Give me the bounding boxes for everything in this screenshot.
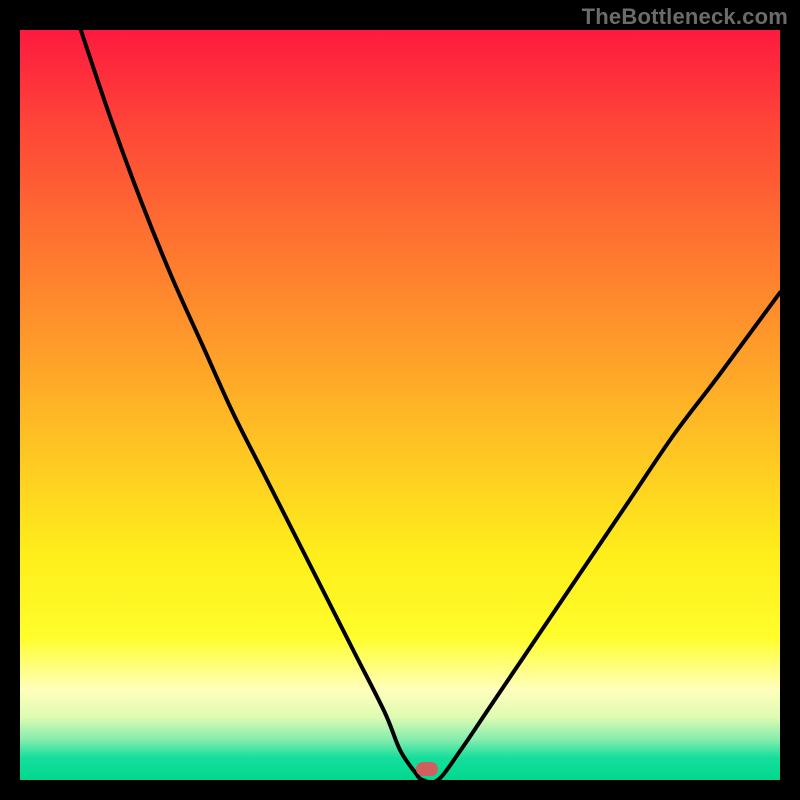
bottleneck-curve <box>20 30 780 780</box>
plot-area <box>20 30 780 780</box>
minimum-marker-icon <box>416 762 438 776</box>
chart-frame: TheBottleneck.com <box>0 0 800 800</box>
watermark-text: TheBottleneck.com <box>582 4 788 30</box>
